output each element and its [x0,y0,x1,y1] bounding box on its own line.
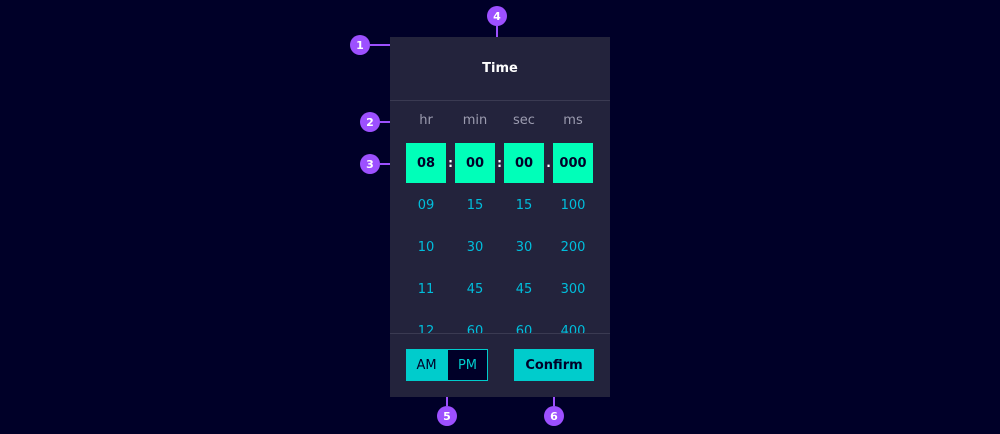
confirm-button[interactable]: Confirm [514,349,594,381]
callout-badge-3: 3 [360,154,380,174]
hour-option[interactable]: 11 [406,269,446,311]
hour-option[interactable]: 12 [406,311,446,333]
am-button[interactable]: AM [406,349,447,381]
minute-option[interactable]: 45 [455,269,495,311]
time-options-list[interactable]: 09 15 15 100 10 30 30 200 11 45 45 300 1… [406,185,594,333]
second-option[interactable]: 30 [504,227,544,269]
minute-option[interactable]: 30 [455,227,495,269]
second-option[interactable]: 15 [504,185,544,227]
millisecond-option[interactable]: 400 [553,311,593,333]
selected-millisecond[interactable]: 000 [553,143,593,183]
column-labels: hr min sec ms [406,113,594,133]
column-label-ms: ms [563,113,583,128]
minute-option[interactable]: 60 [455,311,495,333]
option-row: 10 30 30 200 [406,227,594,269]
time-separator: : [497,156,502,170]
hour-option[interactable]: 09 [406,185,446,227]
column-label-min: min [462,113,488,128]
selected-second[interactable]: 00 [504,143,544,183]
time-picker-title: Time [482,61,518,76]
millisecond-option[interactable]: 100 [553,185,593,227]
time-separator: : [448,156,453,170]
time-picker-footer: AM PM Confirm [390,333,610,397]
column-label-hr: hr [419,113,433,128]
selected-hour[interactable]: 08 [406,143,446,183]
callout-badge-2: 2 [360,112,380,132]
hour-option[interactable]: 10 [406,227,446,269]
callout-badge-1: 1 [350,35,370,55]
time-picker-panel: Time hr min sec ms 08 : 00 : 00 . 000 09… [390,37,610,397]
time-picker-header: Time [390,37,610,101]
option-row: 11 45 45 300 [406,269,594,311]
option-row: 09 15 15 100 [406,185,594,227]
millisecond-option[interactable]: 200 [553,227,593,269]
column-label-sec: sec [513,113,535,128]
minute-option[interactable]: 15 [455,185,495,227]
millisecond-option[interactable]: 300 [553,269,593,311]
second-option[interactable]: 45 [504,269,544,311]
selected-minute[interactable]: 00 [455,143,495,183]
callout-line-1 [370,44,390,46]
am-pm-toggle: AM PM [406,349,488,381]
selected-time-row: 08 : 00 : 00 . 000 [406,143,594,183]
option-row: 12 60 60 400 [406,311,594,333]
time-separator: . [546,156,551,170]
callout-badge-4: 4 [487,6,507,26]
second-option[interactable]: 60 [504,311,544,333]
callout-badge-5: 5 [437,406,457,426]
pm-button[interactable]: PM [447,349,488,381]
callout-badge-6: 6 [544,406,564,426]
